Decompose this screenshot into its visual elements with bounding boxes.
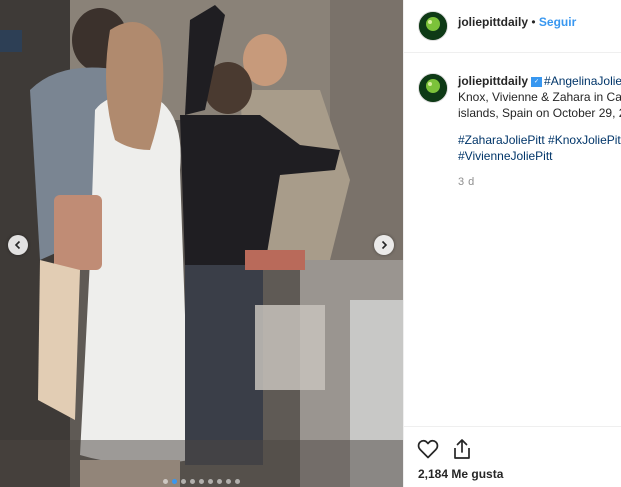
carousel-next-button[interactable] (374, 235, 394, 255)
share-icon[interactable] (450, 437, 474, 461)
caption-avatar[interactable] (418, 73, 448, 103)
post-time-ago[interactable]: 3 d (458, 176, 475, 188)
avatar-image (419, 12, 447, 40)
chevron-right-icon (381, 240, 388, 250)
carousel-dot[interactable] (208, 479, 213, 484)
likes-count[interactable]: 2,184 Me gusta (418, 467, 503, 481)
caption-username[interactable]: joliepittdaily (458, 74, 528, 88)
carousel-dot[interactable] (235, 479, 240, 484)
header-username[interactable]: joliepittdaily (458, 15, 528, 29)
verified-badge-icon: ✓ (531, 76, 543, 87)
follow-button[interactable]: Seguir (539, 15, 576, 29)
post-side-panel: joliepittdaily • Seguir joliepittdaily ✓ #… (403, 0, 621, 487)
carousel-dot[interactable] (163, 479, 168, 484)
carousel-dot[interactable] (190, 479, 195, 484)
caption-first-line: joliepittdaily ✓ #AngelinaJolie (458, 73, 621, 89)
caption-line-2: Knox, Vivienne & Zahara in Can (458, 90, 621, 104)
carousel-prev-button[interactable] (8, 235, 28, 255)
post-actions: 2,184 Me gusta (404, 426, 621, 487)
instagram-post: joliepittdaily • Seguir joliepittdaily ✓ #… (0, 0, 621, 487)
post-caption: joliepittdaily ✓ #AngelinaJolie Knox, Vivi… (458, 73, 621, 164)
post-header: joliepittdaily • Seguir (404, 0, 621, 53)
carousel-dot[interactable] (199, 479, 204, 484)
hashtags-line-1[interactable]: #ZaharaJoliePitt #KnoxJoliePitt (458, 132, 621, 148)
hashtag-link[interactable]: #AngelinaJolie (544, 74, 621, 88)
heart-icon[interactable] (416, 437, 440, 461)
carousel-dot[interactable] (217, 479, 222, 484)
carousel-dot[interactable] (172, 479, 177, 484)
carousel-dot[interactable] (181, 479, 186, 484)
caption-line-3: islands, Spain on October 29, 2 (458, 106, 621, 120)
post-photo[interactable] (0, 0, 403, 487)
photo-illustration (0, 0, 403, 487)
avatar-image (419, 74, 447, 102)
carousel-dot[interactable] (226, 479, 231, 484)
header-separator: • (531, 15, 536, 29)
header-user-row: joliepittdaily • Seguir (458, 15, 576, 29)
avatar[interactable] (418, 11, 448, 41)
carousel-dots (0, 479, 403, 484)
chevron-left-icon (14, 240, 21, 250)
hashtags-line-2[interactable]: #VivienneJoliePitt (458, 148, 621, 164)
